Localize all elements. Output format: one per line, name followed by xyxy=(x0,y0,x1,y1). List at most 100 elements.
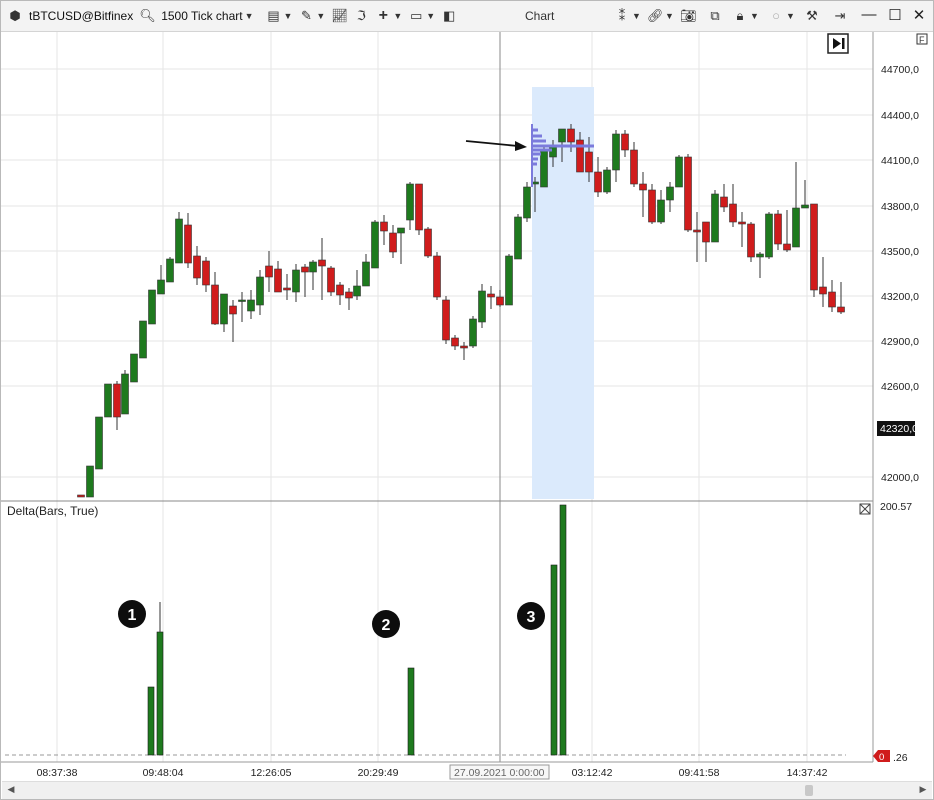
delta-zero-label: .26 xyxy=(893,752,908,764)
app-logo-icon: ⬢ xyxy=(9,8,21,23)
symbol-search-button[interactable]: 🔍︎ xyxy=(136,1,158,31)
price-scale-toggle[interactable]: F xyxy=(916,33,928,45)
chart-area[interactable]: F 44700,0 44400,0 44100,0 43800,0 43500,0 432… xyxy=(1,32,933,780)
current-price-badge: 42320,0 xyxy=(877,421,918,436)
candle xyxy=(594,157,602,197)
drawing-tools-button[interactable]: ✎ ▼ xyxy=(295,1,328,31)
app-logo[interactable]: ⬢ xyxy=(1,1,26,31)
bar-style-button[interactable]: ℑ xyxy=(350,1,372,31)
price-axis-label: 42900,0 xyxy=(881,336,919,348)
chart-canvas[interactable]: F 44700,0 44400,0 44100,0 43800,0 43500,0 432… xyxy=(1,32,933,780)
lock-button[interactable]: 🔒︎ ▼ xyxy=(729,1,762,31)
delta-panel-close-button[interactable] xyxy=(859,503,871,515)
candle xyxy=(478,284,486,328)
color-scheme-button[interactable]: ◧ xyxy=(438,1,460,31)
crosshair-button[interactable]: + ▼ xyxy=(372,1,405,31)
candle xyxy=(327,266,335,296)
marker-3-label: 3 xyxy=(527,609,536,626)
candle xyxy=(711,190,719,243)
price-axis-label: 42000,0 xyxy=(881,472,919,484)
candle xyxy=(819,257,827,307)
candle xyxy=(720,184,728,212)
chevron-down-icon: ▼ xyxy=(393,11,403,21)
candle xyxy=(810,203,818,297)
pin-button[interactable]: ⇥ xyxy=(829,1,851,31)
scroll-right-icon[interactable]: ▶ xyxy=(916,784,930,795)
pencil-icon: ✎ xyxy=(300,8,312,23)
candle xyxy=(309,260,317,290)
toolbar: ⬢ tBTCUSD@Bitfinex 🔍︎ 1500 Tick chart ▼ … xyxy=(1,1,933,32)
candle xyxy=(424,227,432,258)
candle xyxy=(433,252,441,300)
candle xyxy=(675,155,683,188)
candle xyxy=(139,320,147,359)
chevron-down-icon: ▼ xyxy=(665,11,674,21)
candle xyxy=(274,261,282,293)
symbol-label: tBTCUSD@Bitfinex xyxy=(29,9,134,23)
candle xyxy=(184,213,192,268)
candle xyxy=(95,416,103,470)
candle xyxy=(397,227,405,264)
price-axis-label: 44700,0 xyxy=(881,64,919,76)
scrollbar-thumb[interactable] xyxy=(805,785,813,796)
candle xyxy=(256,270,264,315)
marker-3: 3 xyxy=(517,602,545,630)
template-icon: ▤ xyxy=(267,8,280,23)
time-axis-label: 14:37:42 xyxy=(787,767,828,779)
clone-button[interactable]: ⧉ xyxy=(704,1,726,31)
scroll-left-icon[interactable]: ◀ xyxy=(4,784,18,795)
price-axis-label: 43200,0 xyxy=(881,291,919,303)
candle xyxy=(77,494,85,498)
candle xyxy=(148,289,156,325)
auto-scroll-button[interactable]: ⁑ ▼ xyxy=(611,1,644,31)
window-icon: ▭ xyxy=(410,8,423,23)
candle xyxy=(684,154,692,232)
candle xyxy=(220,293,228,332)
chart-type-dropdown[interactable]: 1500 Tick chart ▼ xyxy=(158,1,256,31)
candle xyxy=(630,142,638,187)
arrow-annotation xyxy=(465,140,527,151)
candle xyxy=(702,221,710,262)
candle xyxy=(130,353,138,383)
candle xyxy=(666,182,674,212)
candle xyxy=(86,465,94,498)
time-axis-label: 20:29:49 xyxy=(358,767,399,779)
cursor-time-badge: 27.09.2021 0:00:00 xyxy=(449,764,550,780)
candle xyxy=(792,162,800,248)
template-button[interactable]: ▤ ▼ xyxy=(263,1,296,31)
maximize-button[interactable]: ☐ xyxy=(885,6,905,24)
close-button[interactable]: ✕ xyxy=(909,6,929,24)
svg-text:F: F xyxy=(919,35,925,45)
symbol-selector[interactable]: tBTCUSD@Bitfinex xyxy=(26,1,136,31)
color-scheme-icon: ◧ xyxy=(443,8,456,23)
candle xyxy=(371,220,379,269)
chart-window: ⬢ tBTCUSD@Bitfinex 🔍︎ 1500 Tick chart ▼ … xyxy=(0,0,934,800)
chevron-down-icon: ▼ xyxy=(283,11,293,21)
link-color-button[interactable]: ○ ▼ xyxy=(765,1,798,31)
candle xyxy=(406,182,414,230)
candle xyxy=(362,254,370,287)
horizontal-scrollbar[interactable]: ◀ ▶ xyxy=(2,781,932,799)
scroll-to-end-button[interactable] xyxy=(827,33,849,54)
chart-type-label: 1500 Tick chart xyxy=(161,9,243,23)
link-button[interactable]: 🔗︎ ▼ xyxy=(644,1,677,31)
layout-button[interactable]: ▭ ▼ xyxy=(405,1,438,31)
marker-2-label: 2 xyxy=(382,617,391,634)
search-icon: 🔍︎ xyxy=(139,8,156,23)
window-title: Chart xyxy=(525,9,555,23)
profile-bar xyxy=(532,144,594,148)
cursor-time-label: 27.09.2021 0:00:00 xyxy=(454,767,545,779)
candle xyxy=(639,172,647,217)
candle xyxy=(113,381,121,430)
indicators-button[interactable]: 📈︎ xyxy=(328,1,350,31)
screenshot-button[interactable]: 📷︎ xyxy=(677,1,699,31)
delta-bar xyxy=(147,686,155,756)
current-price-label: 42320,0 xyxy=(880,423,918,435)
candle xyxy=(648,184,656,224)
candle xyxy=(837,282,845,314)
delta-bar xyxy=(559,504,567,756)
minimize-button[interactable]: — xyxy=(859,6,879,23)
bar-style-icon: ℑ xyxy=(356,8,366,23)
candle xyxy=(318,238,326,300)
settings-button[interactable]: ⚒ xyxy=(801,1,823,31)
